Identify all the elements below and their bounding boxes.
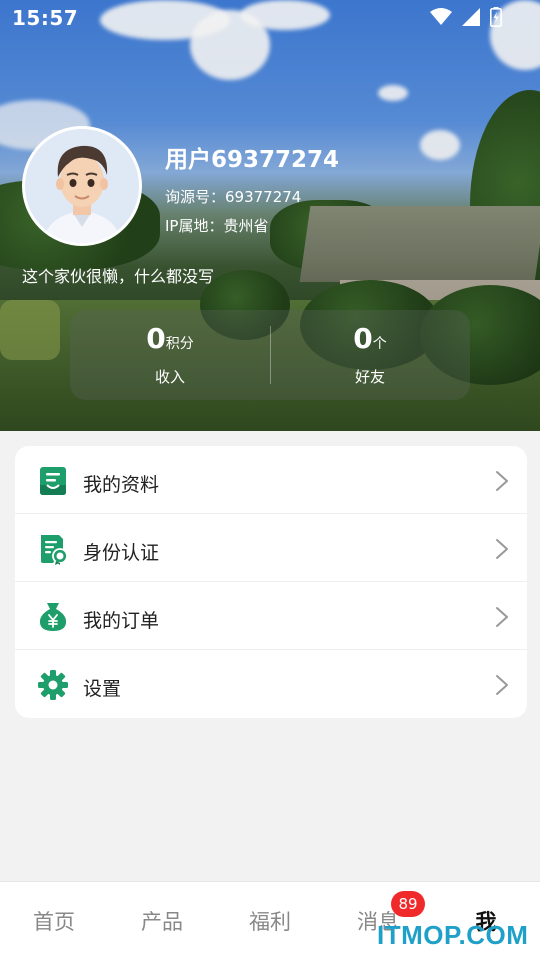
gear-icon (38, 670, 68, 700)
chevron-right-icon (496, 471, 508, 491)
bio-text: 这个家伙很懒，什么都没写 (22, 267, 215, 286)
certificate-icon (41, 535, 68, 565)
source-id: 询源号：69377274 (165, 188, 302, 206)
chevron-right-icon (496, 607, 508, 627)
menu-item-my-profile[interactable]: 我的资料 (15, 446, 527, 514)
money-bag-icon (39, 603, 67, 631)
nav-products-label: 产品 (141, 910, 183, 934)
menu-card: 我的资料 身份认证 我的订单 设置 (15, 446, 527, 718)
messages-badge: 89 (391, 891, 425, 917)
stat-friends-unit: 个 (372, 336, 387, 352)
username: 用户69377274 (165, 147, 340, 173)
stat-points-value: 0 (146, 322, 166, 355)
menu-item-label: 身份认证 (83, 542, 160, 564)
ip-location: IP属地：贵州省 (165, 217, 269, 235)
profile-doc-icon (40, 467, 66, 495)
avatar[interactable] (22, 126, 142, 246)
stat-friends-value: 0 (353, 322, 373, 355)
chevron-right-icon (496, 539, 508, 559)
menu-item-label: 我的资料 (83, 474, 160, 496)
stat-friends[interactable]: 0个 好友 (270, 310, 470, 400)
status-time: 15:57 (12, 6, 79, 30)
stats-card: 0积分 收入 0个 好友 (70, 310, 470, 400)
nav-products[interactable]: 产品 (108, 882, 216, 960)
menu-item-orders[interactable]: 我的订单 (15, 582, 527, 650)
cell-signal-icon (462, 8, 480, 26)
watermark: ITMOP.COM (377, 920, 529, 950)
stat-points-unit: 积分 (165, 336, 194, 352)
stat-points-label: 收入 (154, 368, 185, 386)
wifi-icon (430, 8, 452, 25)
chevron-right-icon (496, 675, 508, 695)
stat-points[interactable]: 0积分 收入 (70, 310, 270, 400)
menu-item-settings[interactable]: 设置 (15, 650, 527, 718)
status-bar: 15:57 (0, 0, 540, 36)
menu-item-label: 设置 (83, 678, 122, 700)
menu-item-label: 我的订单 (83, 610, 160, 632)
nav-home-label: 首页 (33, 910, 75, 934)
status-icons (430, 7, 502, 27)
menu-item-identity[interactable]: 身份认证 (15, 514, 527, 582)
nav-welfare-label: 福利 (249, 910, 291, 934)
nav-welfare[interactable]: 福利 (216, 882, 324, 960)
battery-icon (490, 7, 502, 27)
stat-friends-label: 好友 (354, 368, 385, 386)
avatar-illustration (25, 129, 139, 243)
nav-home[interactable]: 首页 (0, 882, 108, 960)
